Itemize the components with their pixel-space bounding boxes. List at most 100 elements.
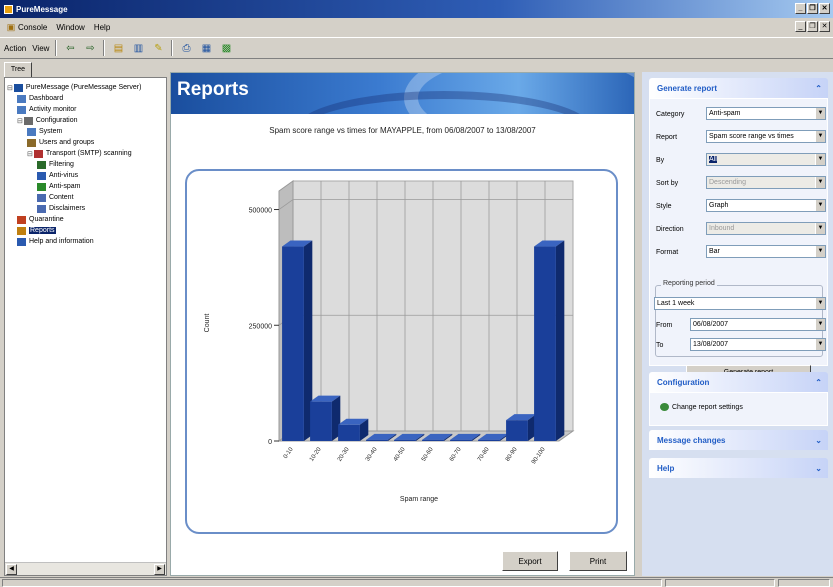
bar xyxy=(282,246,304,441)
back-icon[interactable]: ⇦ xyxy=(63,41,77,55)
select-value: Descending xyxy=(709,179,746,186)
print-button[interactable]: Print xyxy=(569,551,627,571)
menu-console[interactable]: Console xyxy=(18,23,47,32)
mdi-close-button[interactable]: ✕ xyxy=(819,21,830,32)
tree-item-disclaimer[interactable]: Disclaimers xyxy=(37,203,85,214)
bar xyxy=(534,246,556,441)
menu-view[interactable]: View xyxy=(32,44,49,53)
to-date-value: 13/08/2007 xyxy=(693,341,729,348)
status-cell xyxy=(778,579,830,587)
menu-help[interactable]: Help xyxy=(94,23,110,32)
reporting-period-label: Reporting period xyxy=(661,280,717,287)
content-icon xyxy=(37,193,46,202)
expand-toggle-icon[interactable]: ⊟ xyxy=(17,117,23,125)
style-select[interactable]: Graph ▼ xyxy=(706,199,826,212)
app-icon xyxy=(4,4,13,14)
select-value: Anti-spam xyxy=(709,110,741,117)
tree-item-label: Transport (SMTP) scanning xyxy=(45,150,132,157)
mdi-minimize-button[interactable]: _ xyxy=(795,21,806,32)
tree-item-transport[interactable]: ⊟ Transport (SMTP) scanning xyxy=(27,148,132,159)
up-folder-icon[interactable]: ▤ xyxy=(111,41,125,55)
chevron-down-icon: ▼ xyxy=(815,246,825,257)
scroll-right-arrow[interactable]: ▶ xyxy=(154,564,165,575)
bar xyxy=(450,439,472,441)
help-title: Help xyxy=(657,463,675,473)
config-icon xyxy=(23,116,33,125)
restore-button[interactable]: ❐ xyxy=(807,3,818,14)
expand-toggle-icon[interactable]: ⊟ xyxy=(7,84,13,92)
collapse-icon[interactable]: ⌃ xyxy=(815,84,822,93)
y-tick-label: 0 xyxy=(268,439,272,446)
tree-item-label: System xyxy=(39,128,63,135)
help-topics-icon[interactable]: ✎ xyxy=(151,41,165,55)
expand-icon[interactable]: ⌄ xyxy=(815,436,822,445)
status-cell xyxy=(665,579,775,587)
server-icon xyxy=(13,83,23,92)
select-value: Graph xyxy=(709,202,729,209)
collapse-icon[interactable]: ⌃ xyxy=(815,378,822,387)
change-report-settings-link[interactable]: Change report settings xyxy=(660,403,743,411)
menu-action[interactable]: Action xyxy=(4,44,26,53)
tree-item-reports[interactable]: Reports xyxy=(17,225,56,236)
tree-item-filter[interactable]: Filtering xyxy=(37,159,74,170)
properties-icon[interactable]: ▩ xyxy=(219,41,233,55)
message-changes-header[interactable]: Message changes ⌄ xyxy=(649,430,828,450)
menu-window[interactable]: Window xyxy=(56,23,84,32)
expand-toggle-icon[interactable]: ⊟ xyxy=(27,150,33,158)
reports-header: Reports xyxy=(171,73,634,114)
tree-item-label: Reports xyxy=(29,227,56,234)
save-icon[interactable]: ▦ xyxy=(199,41,213,55)
tree-item-users[interactable]: Users and groups xyxy=(27,137,94,148)
tree-item-quarantine[interactable]: Quarantine xyxy=(17,214,64,225)
tab-tree[interactable]: Tree xyxy=(4,62,32,77)
sort-by-select[interactable]: Descending ▼ xyxy=(706,176,826,189)
close-button[interactable]: ✕ xyxy=(819,3,830,14)
export-button[interactable]: Export xyxy=(502,551,558,571)
show-tree-icon[interactable]: ▥ xyxy=(131,41,145,55)
reporting-period-select[interactable]: Last 1 week ▼ xyxy=(654,297,826,310)
minimize-button[interactable]: _ xyxy=(795,3,806,14)
report-select[interactable]: Spam score range vs times ▼ xyxy=(706,130,826,143)
category-select[interactable]: Anti-spam ▼ xyxy=(706,107,826,120)
tree-item-antispam[interactable]: Anti-spam xyxy=(37,181,81,192)
tree-item-dashboard[interactable]: Dashboard xyxy=(17,93,63,104)
horizontal-scrollbar[interactable]: ◀ ▶ xyxy=(5,562,166,575)
help-section: Help ⌄ xyxy=(649,458,828,478)
generate-report-title: Generate report xyxy=(657,83,718,93)
field-label-by: By xyxy=(656,156,665,164)
scroll-left-arrow[interactable]: ◀ xyxy=(6,564,17,575)
to-date-field[interactable]: 13/08/2007 ▼ xyxy=(690,338,826,351)
format-select[interactable]: Bar ▼ xyxy=(706,245,826,258)
tree-item-monitor[interactable]: Activity monitor xyxy=(17,104,76,115)
expand-icon[interactable]: ⌄ xyxy=(815,464,822,473)
from-date-value: 06/08/2007 xyxy=(693,321,729,328)
tree-item-system[interactable]: System xyxy=(27,126,62,137)
direction-select[interactable]: Inbound ▼ xyxy=(706,222,826,235)
chevron-down-icon: ▼ xyxy=(815,131,825,142)
chevron-down-icon: ▼ xyxy=(815,339,825,350)
tree-item-antivirus[interactable]: Anti-virus xyxy=(37,170,78,181)
reporting-period-value: Last 1 week xyxy=(657,300,695,307)
tree-item-server[interactable]: ⊟ PureMessage (PureMessage Server) xyxy=(7,82,141,93)
transport-icon xyxy=(33,149,43,158)
generate-report-header[interactable]: Generate report ⌃ xyxy=(649,78,828,98)
export-list-icon[interactable]: ⎙ xyxy=(179,41,193,55)
x-tick-label: 30-40 xyxy=(365,446,379,463)
toolbar: Action View ⇦ ⇨ ▤ ▥ ✎ ⎙ ▦ ▩ xyxy=(0,37,833,59)
message-changes-section: Message changes ⌄ xyxy=(649,430,828,450)
tree-item-content[interactable]: Content xyxy=(37,192,74,203)
tree-item-config[interactable]: ⊟ Configuration xyxy=(17,115,78,126)
configuration-header[interactable]: Configuration ⌃ xyxy=(649,372,828,392)
tree-item-help[interactable]: Help and information xyxy=(17,236,94,247)
from-date-field[interactable]: 06/08/2007 ▼ xyxy=(690,318,826,331)
console-icon: ▣ xyxy=(6,21,16,32)
message-changes-title: Message changes xyxy=(657,435,726,445)
by-select[interactable]: All ▼ xyxy=(706,153,826,166)
disclaimer-icon xyxy=(37,204,46,213)
monitor-icon xyxy=(17,105,26,114)
forward-icon[interactable]: ⇨ xyxy=(83,41,97,55)
field-label-style: Style xyxy=(656,202,672,210)
help-header[interactable]: Help ⌄ xyxy=(649,458,828,478)
chart-caption: Spam score range vs times for MAYAPPLE, … xyxy=(269,126,536,135)
mdi-restore-button[interactable]: ❐ xyxy=(807,21,818,32)
